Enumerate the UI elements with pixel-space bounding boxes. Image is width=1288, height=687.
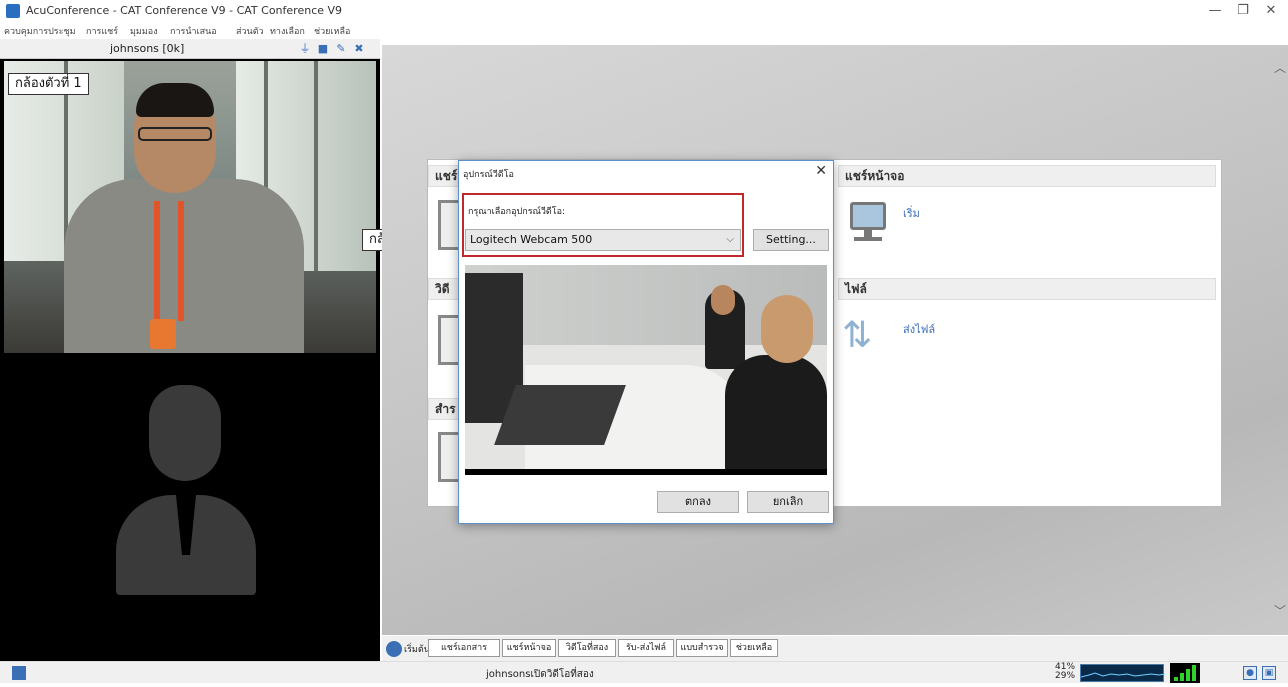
- webcam-preview: [465, 265, 827, 475]
- dialog-close-icon[interactable]: ✕: [815, 163, 827, 179]
- menu-view[interactable]: มุมมอง: [130, 24, 158, 38]
- menu-share[interactable]: การแชร์: [86, 24, 118, 38]
- camera-1-video: [4, 61, 376, 353]
- cpu-usage: 41% 29%: [1055, 662, 1076, 681]
- pen-icon[interactable]: ✎: [334, 42, 348, 55]
- kick-icon[interactable]: ✖: [352, 42, 366, 55]
- scroll-down-icon[interactable]: ﹀: [1274, 602, 1286, 619]
- survey-heading: สำร: [428, 398, 462, 420]
- tab-help[interactable]: ช่วยเหลือ: [730, 639, 778, 657]
- start-icon[interactable]: [386, 641, 402, 657]
- camera-1-label: กล้องตัวที่ 1: [8, 73, 89, 95]
- layout-icon[interactable]: [12, 666, 26, 680]
- status-message: johnsonsเปิดวิดีโอที่สอง: [486, 669, 594, 680]
- tab-second-video[interactable]: วิดีโอที่สอง: [558, 639, 616, 657]
- video-device-select[interactable]: Logitech Webcam 500 ⌵: [465, 229, 741, 251]
- chevron-down-icon: ⌵: [726, 234, 734, 245]
- share-docs-heading: แชร์: [428, 165, 462, 187]
- window-icon[interactable]: ▣: [1262, 666, 1276, 680]
- menu-options[interactable]: ทางเลือก: [270, 24, 305, 38]
- network-graph: [1080, 664, 1166, 682]
- menu-personal[interactable]: ส่วนตัว: [236, 24, 264, 38]
- participant-video-panel: johnsons [0k] ⏚ ■ ✎ ✖: [0, 39, 380, 661]
- restore-button[interactable]: ❐: [1228, 2, 1258, 20]
- scroll-up-icon[interactable]: ︿: [1274, 59, 1286, 76]
- file-heading: ไฟล์: [838, 278, 1216, 300]
- menu-help[interactable]: ช่วยเหลือ: [314, 24, 350, 38]
- menu-presentation[interactable]: การนำเสนอ: [170, 24, 217, 38]
- participant-header: johnsons [0k] ⏚ ■ ✎ ✖: [0, 39, 380, 59]
- device-prompt-label: กรุณาเลือกอุปกรณ์วีดีโอ:: [468, 207, 566, 217]
- microphone-icon[interactable]: ⏚: [298, 42, 312, 55]
- title-bar: AcuConference - CAT Conference V9 - CAT …: [0, 0, 1288, 22]
- dialog-title: อุปกรณ์วีดีโอ: [463, 170, 514, 180]
- menu-meeting-control[interactable]: ควบคุมการประชุม: [4, 24, 76, 38]
- camera-2-video-placeholder: [4, 355, 376, 661]
- video-device-value: Logitech Webcam 500: [470, 233, 593, 246]
- share-screen-heading: แชร์หน้าจอ: [838, 165, 1216, 187]
- start-tab-label[interactable]: เริ่มต้น: [404, 642, 430, 656]
- network-graph-line: [1080, 672, 1166, 678]
- ok-button[interactable]: ตกลง: [657, 491, 739, 513]
- cancel-button[interactable]: ยกเลิก: [747, 491, 829, 513]
- share-screen-start-link[interactable]: เริ่ม: [903, 204, 920, 222]
- video-device-dialog: อุปกรณ์วีดีโอ ✕ กรุณาเลือกอุปกรณ์วีดีโอ:…: [458, 160, 834, 524]
- setting-button[interactable]: Setting...: [753, 229, 829, 251]
- app-icon: [6, 4, 20, 18]
- monitor-icon[interactable]: [846, 200, 890, 244]
- avatar-placeholder-icon: [149, 385, 221, 481]
- tab-survey[interactable]: แบบสำรวจ: [676, 639, 728, 657]
- tab-share-docs[interactable]: แชร์เอกสาร: [428, 639, 500, 657]
- tab-share-screen[interactable]: แชร์หน้าจอ: [502, 639, 556, 657]
- tab-file-transfer[interactable]: รับ-ส่งไฟล์: [618, 639, 674, 657]
- participant-name: johnsons [0k]: [110, 42, 185, 55]
- window-title: AcuConference - CAT Conference V9 - CAT …: [26, 4, 343, 17]
- menu-bar: ควบคุมการประชุม การแชร์ มุมมอง การนำเสนอ…: [0, 22, 1288, 39]
- minimize-button[interactable]: —: [1200, 2, 1230, 20]
- bottom-tab-bar: เริ่มต้น แชร์เอกสาร แชร์หน้าจอ วิดีโอที่…: [382, 636, 1288, 661]
- info-icon[interactable]: ●: [1243, 666, 1257, 680]
- file-transfer-icon[interactable]: ⇅: [842, 318, 872, 354]
- video-heading: วิดี: [428, 278, 462, 300]
- signal-strength-icon: [1170, 663, 1200, 683]
- send-file-link[interactable]: ส่งไฟล์: [903, 320, 935, 338]
- close-button[interactable]: ✕: [1256, 2, 1286, 20]
- camera-icon[interactable]: ■: [316, 42, 330, 55]
- status-bar: johnsonsเปิดวิดีโอที่สอง 41% 29% ● ▣: [0, 661, 1288, 683]
